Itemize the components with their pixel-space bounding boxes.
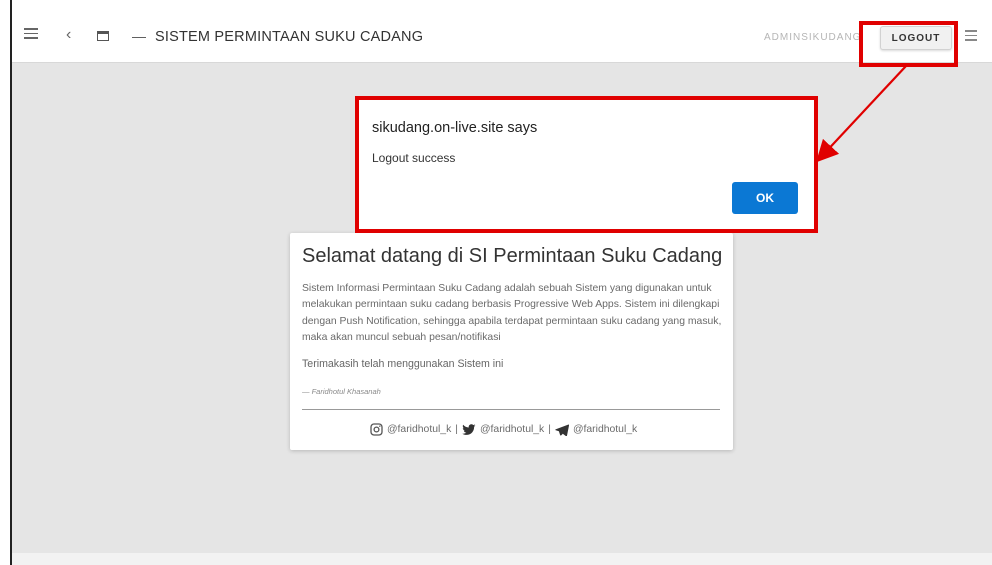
logout-highlight-box: [859, 21, 958, 67]
twitter-icon[interactable]: [462, 423, 476, 436]
card-author: — Faridhotul Khasanah: [302, 387, 381, 396]
page-title: SISTEM PERMINTAAN SUKU CADANG: [155, 29, 424, 45]
window-icon[interactable]: [97, 31, 109, 41]
username-label: ADMINSIKUDANG: [764, 32, 862, 43]
hamburger-menu-icon[interactable]: [24, 28, 38, 39]
card-description: Sistem Informasi Permintaan Suku Cadang …: [302, 283, 722, 344]
social-links: @faridhotul_k | @faridhotul_k | @faridho…: [370, 423, 670, 436]
twitter-handle[interactable]: @faridhotul_k: [480, 424, 544, 435]
top-app-bar: ‹ — SISTEM PERMINTAAN SUKU CADANG ADMINS…: [12, 0, 992, 63]
minimize-dash: —: [132, 28, 146, 44]
app-window: ‹ — SISTEM PERMINTAAN SUKU CADANG ADMINS…: [10, 0, 992, 565]
instagram-handle[interactable]: @faridhotul_k: [387, 424, 451, 435]
divider: [302, 409, 720, 410]
instagram-icon[interactable]: [370, 423, 383, 436]
separator: |: [548, 424, 551, 435]
telegram-icon[interactable]: [555, 423, 569, 436]
telegram-handle[interactable]: @faridhotul_k: [573, 424, 637, 435]
separator: |: [455, 424, 458, 435]
card-title: Selamat datang di SI Permintaan Suku Cad…: [302, 245, 723, 267]
dialog-highlight-box: [355, 96, 818, 233]
card-thanks: Terimakasih telah menggunakan Sistem ini: [302, 358, 504, 370]
welcome-card: Selamat datang di SI Permintaan Suku Cad…: [290, 233, 733, 450]
bottom-strip: [12, 553, 992, 565]
hamburger-menu-icon[interactable]: [965, 30, 977, 41]
chevron-left-icon[interactable]: ‹: [66, 26, 71, 44]
